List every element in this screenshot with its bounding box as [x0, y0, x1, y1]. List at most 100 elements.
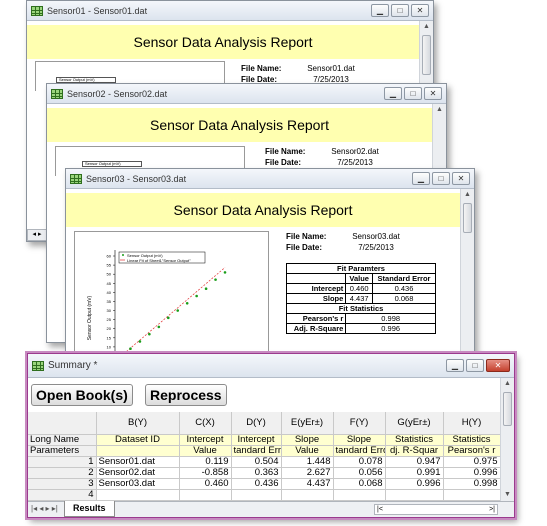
- data-cell[interactable]: 0.947: [385, 456, 444, 468]
- data-cell[interactable]: [231, 489, 282, 501]
- open-books-button[interactable]: Open Book(s): [31, 384, 133, 406]
- row-number[interactable]: 4: [28, 489, 97, 501]
- data-cell[interactable]: 1.448: [281, 456, 334, 468]
- parameter-cell[interactable]: tandard Erro: [231, 445, 282, 457]
- column-header[interactable]: B(Y): [96, 412, 180, 435]
- table-row[interactable]: 2 Sensor02.dat -0.858 0.363 2.627 0.056 …: [28, 467, 501, 479]
- summary-sheet[interactable]: B(Y) C(X) D(Y) E(yEr±) F(Y) G(yEr±) H(Y)…: [28, 412, 501, 501]
- sensor03-window[interactable]: Sensor03 - Sensor03.dat ▁ □ ✕ Sensor Dat…: [65, 168, 475, 361]
- data-cell[interactable]: 0.996: [443, 467, 501, 479]
- table-row[interactable]: 1 Sensor01.dat 0.119 0.504 1.448 0.078 0…: [28, 456, 501, 468]
- data-cell[interactable]: [96, 489, 180, 501]
- parameter-cell[interactable]: dj. R-Squar: [385, 445, 444, 457]
- parameter-cell[interactable]: [96, 445, 180, 457]
- table-row[interactable]: 4: [28, 489, 501, 501]
- maximize-icon[interactable]: □: [466, 359, 484, 372]
- column-header[interactable]: G(yEr±): [385, 412, 444, 435]
- data-cell[interactable]: 0.436: [231, 478, 282, 490]
- data-cell[interactable]: 0.975: [443, 456, 501, 468]
- column-header[interactable]: F(Y): [333, 412, 386, 435]
- minimize-icon[interactable]: ▁: [446, 359, 464, 372]
- row-number[interactable]: 1: [28, 456, 97, 468]
- data-cell[interactable]: 0.991: [385, 467, 444, 479]
- maximize-icon[interactable]: □: [432, 172, 450, 185]
- column-header[interactable]: H(Y): [443, 412, 501, 435]
- fit-col-stderr: Standard Error: [372, 273, 436, 284]
- data-cell[interactable]: [281, 489, 334, 501]
- parameter-cell[interactable]: Value: [179, 445, 232, 457]
- summary-window[interactable]: Summary * ▁ □ ✕ Open Book(s) Reprocess B…: [27, 353, 515, 518]
- parameter-cell[interactable]: Value: [281, 445, 334, 457]
- data-cell[interactable]: 0.119: [179, 456, 232, 468]
- maximize-icon[interactable]: □: [404, 87, 422, 100]
- long-name-cell[interactable]: Slope: [281, 434, 334, 446]
- tab-nav-icon[interactable]: |◂ ◂ ▸ ▸|: [31, 504, 58, 513]
- sensor01-hscroll[interactable]: ◂ ▸: [27, 229, 47, 241]
- long-name-cell[interactable]: Statistics: [443, 434, 501, 446]
- data-cell[interactable]: 0.460: [179, 478, 232, 490]
- corner-cell[interactable]: [28, 412, 97, 435]
- data-point: [166, 316, 170, 320]
- data-cell[interactable]: [333, 489, 386, 501]
- data-cell[interactable]: [179, 489, 232, 501]
- data-cell[interactable]: 0.078: [333, 456, 386, 468]
- scroll-thumb[interactable]: [422, 35, 431, 75]
- parameters-row-header[interactable]: Parameters: [28, 445, 97, 457]
- data-cell[interactable]: 0.056: [333, 467, 386, 479]
- sensor03-scrollbar[interactable]: ▲: [460, 189, 474, 357]
- parameter-cell[interactable]: Pearson's r: [443, 445, 501, 457]
- maximize-icon[interactable]: □: [391, 4, 409, 17]
- horizontal-scrollbar[interactable]: |< >|: [374, 504, 498, 515]
- long-name-cell[interactable]: Dataset ID: [96, 434, 180, 446]
- row-number[interactable]: 2: [28, 467, 97, 479]
- long-name-cell[interactable]: Intercept: [231, 434, 282, 446]
- sensor01-titlebar[interactable]: Sensor01 - Sensor01.dat ▁ □ ✕: [27, 1, 433, 21]
- data-cell[interactable]: 0.998: [443, 478, 501, 490]
- file-date-value: 7/25/2013: [358, 243, 394, 252]
- scroll-thumb[interactable]: [503, 392, 512, 426]
- close-icon[interactable]: ✕: [486, 359, 510, 372]
- sensor02-titlebar[interactable]: Sensor02 - Sensor02.dat ▁ □ ✕: [47, 84, 446, 104]
- scroll-up-icon[interactable]: ▲: [501, 378, 514, 390]
- table-row[interactable]: 3 Sensor03.dat 0.460 0.436 4.437 0.068 0…: [28, 478, 501, 490]
- close-icon[interactable]: ✕: [424, 87, 442, 100]
- column-header[interactable]: C(X): [179, 412, 232, 435]
- row-number[interactable]: 3: [28, 478, 97, 490]
- minimize-icon[interactable]: ▁: [371, 4, 389, 17]
- long-name-cell[interactable]: Statistics: [385, 434, 444, 446]
- long-name-cell[interactable]: Intercept: [179, 434, 232, 446]
- data-cell[interactable]: 0.504: [231, 456, 282, 468]
- summary-scrollbar[interactable]: ▲ ▼: [500, 378, 514, 501]
- data-point: [204, 287, 208, 291]
- data-cell[interactable]: [385, 489, 444, 501]
- close-icon[interactable]: ✕: [452, 172, 470, 185]
- column-header[interactable]: D(Y): [231, 412, 282, 435]
- scroll-up-icon[interactable]: ▲: [420, 21, 433, 33]
- tab-results[interactable]: Results: [64, 501, 115, 517]
- scroll-down-icon[interactable]: ▼: [501, 489, 514, 501]
- dataset-id-cell[interactable]: Sensor01.dat: [96, 456, 180, 468]
- data-cell[interactable]: 0.996: [385, 478, 444, 490]
- close-icon[interactable]: ✕: [411, 4, 429, 17]
- long-name-cell[interactable]: Slope: [333, 434, 386, 446]
- data-cell[interactable]: 2.627: [281, 467, 334, 479]
- reprocess-button[interactable]: Reprocess: [145, 384, 227, 406]
- scroll-up-icon[interactable]: ▲: [433, 104, 446, 116]
- y-tick-label: 25: [107, 317, 112, 322]
- data-cell[interactable]: 0.068: [333, 478, 386, 490]
- sensor03-titlebar[interactable]: Sensor03 - Sensor03.dat ▁ □ ✕: [66, 169, 474, 189]
- parameter-cell[interactable]: tandard Erro: [333, 445, 386, 457]
- data-cell[interactable]: 4.437: [281, 478, 334, 490]
- data-cell[interactable]: 0.363: [231, 467, 282, 479]
- dataset-id-cell[interactable]: Sensor03.dat: [96, 478, 180, 490]
- scroll-up-icon[interactable]: ▲: [461, 189, 474, 201]
- minimize-icon[interactable]: ▁: [412, 172, 430, 185]
- scroll-thumb[interactable]: [463, 203, 472, 233]
- data-cell[interactable]: -0.858: [179, 467, 232, 479]
- long-name-row-header[interactable]: Long Name: [28, 434, 97, 446]
- minimize-icon[interactable]: ▁: [384, 87, 402, 100]
- summary-titlebar[interactable]: Summary * ▁ □ ✕: [28, 354, 514, 378]
- dataset-id-cell[interactable]: Sensor02.dat: [96, 467, 180, 479]
- column-header[interactable]: E(yEr±): [281, 412, 334, 435]
- data-cell[interactable]: [443, 489, 501, 501]
